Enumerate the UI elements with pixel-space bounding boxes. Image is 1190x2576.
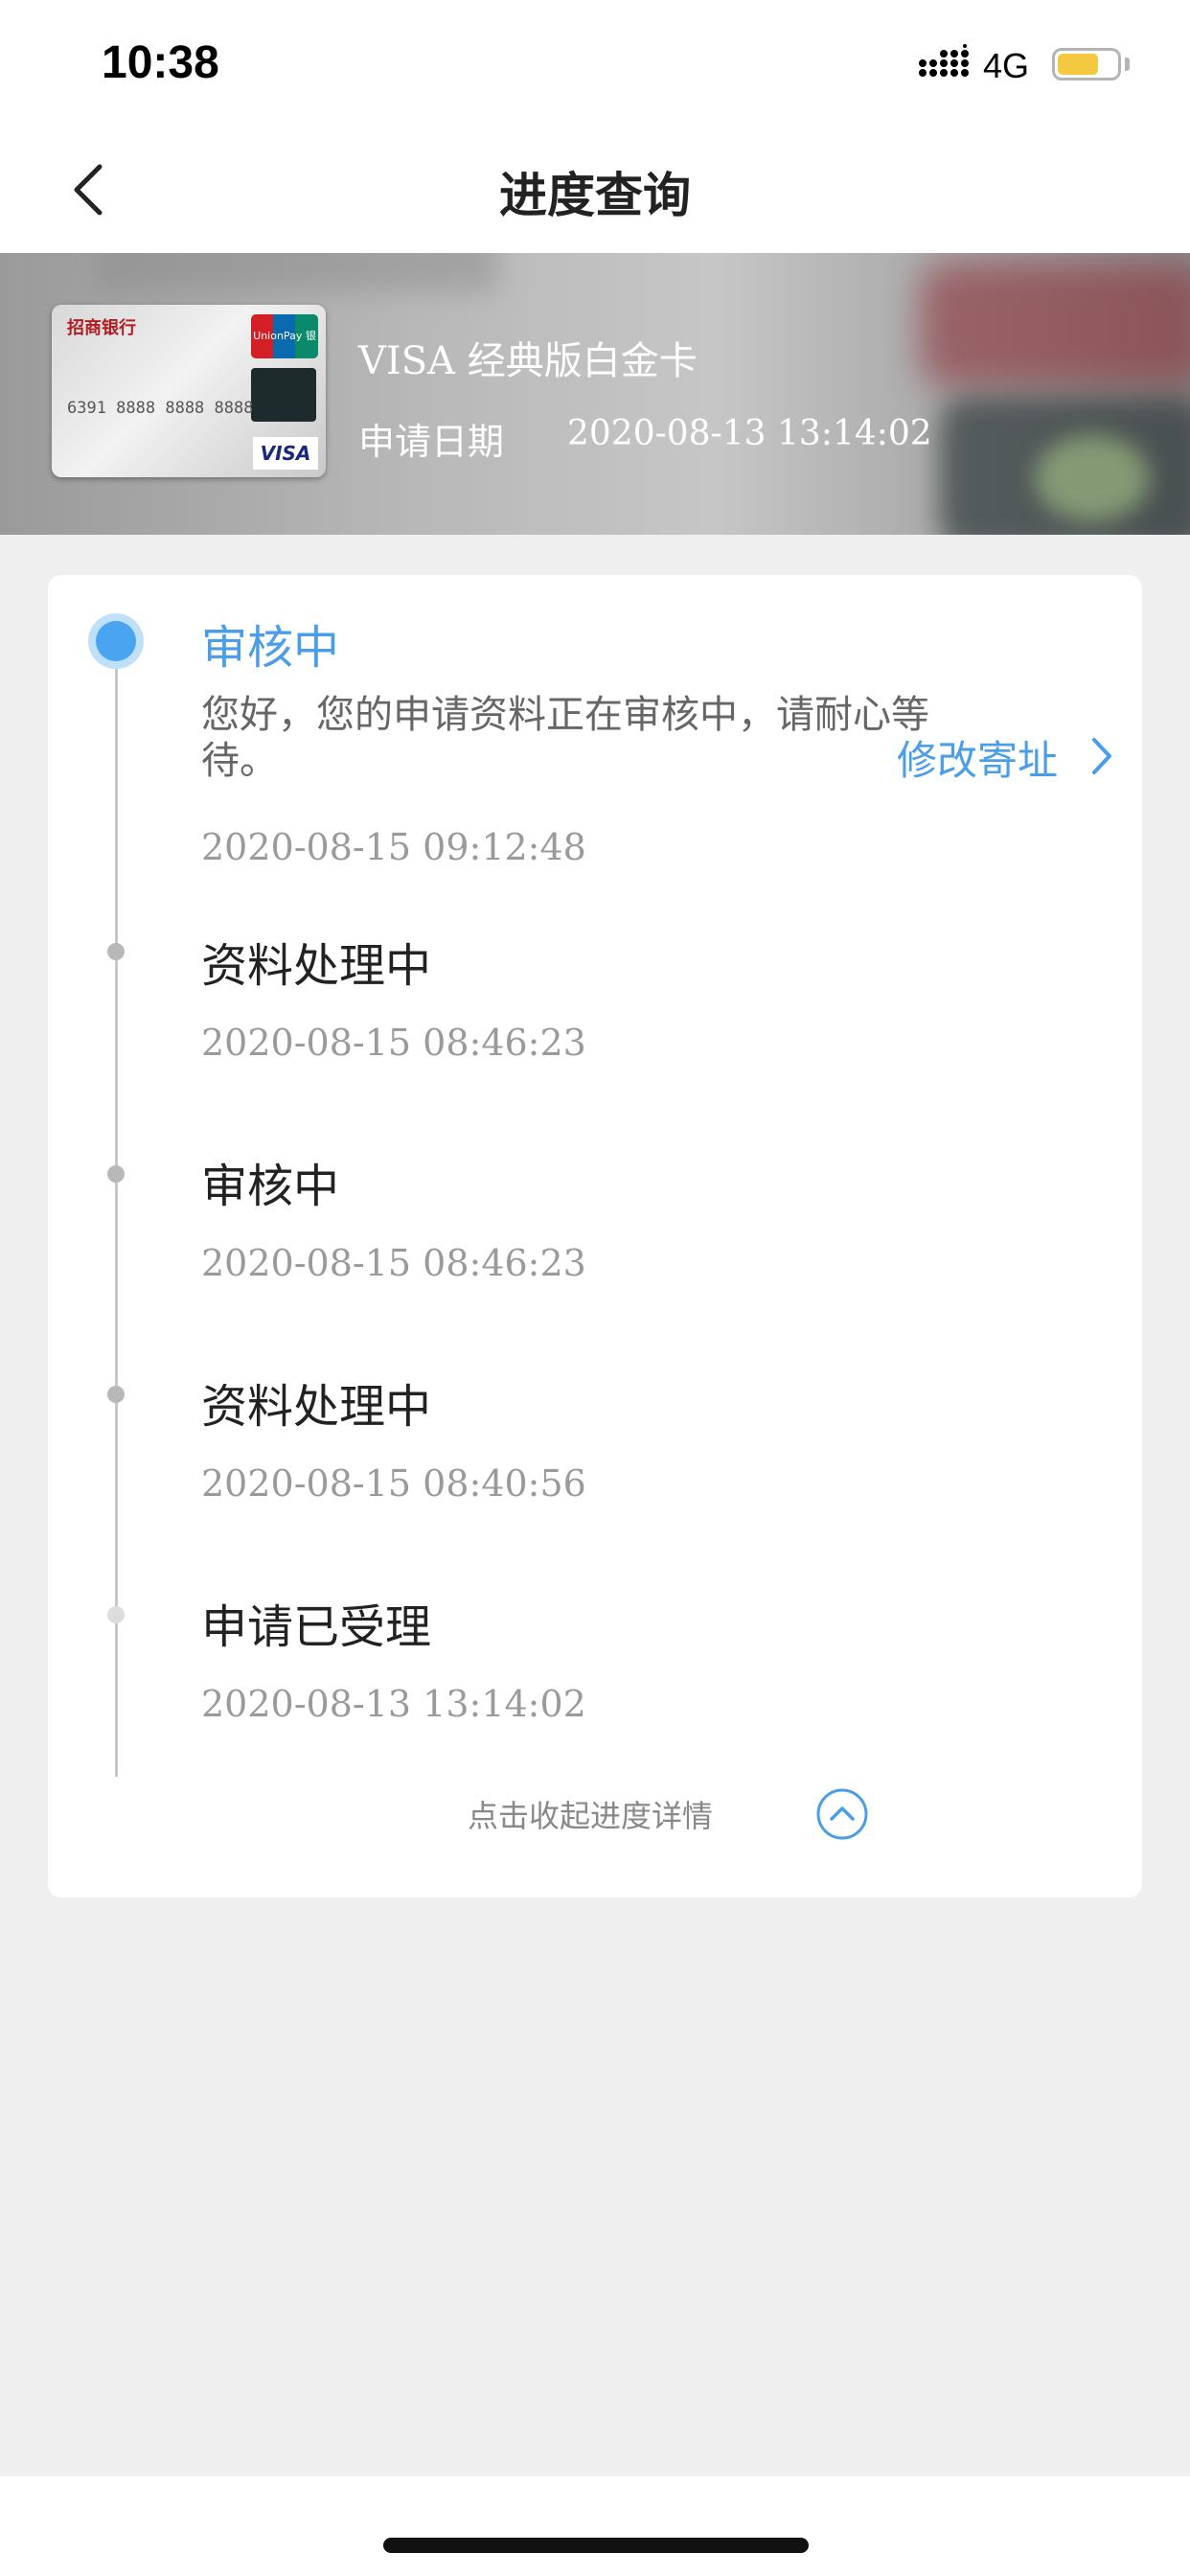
step-time: 2020-08-13 13:14:02	[201, 1683, 586, 1725]
timeline-dot	[107, 1165, 125, 1183]
banner-blur-decoration	[96, 253, 498, 291]
card-banner: 招商银行 UnionPay 银联 6391 8888 8888 8888 VIS…	[0, 253, 1190, 535]
battery-tip	[1125, 58, 1130, 71]
card-bank-name: 招商银行	[67, 318, 136, 338]
step-title: 资料处理中	[201, 1380, 432, 1434]
banner-blur-decoration	[1035, 435, 1150, 521]
step-title: 审核中	[201, 621, 340, 675]
chevron-right-icon[interactable]	[1083, 732, 1121, 780]
collapse-details-button[interactable]: 点击收起进度详情	[48, 1792, 1142, 1836]
page-title: 进度查询	[499, 168, 691, 223]
card-name: VISA 经典版白金卡	[358, 339, 698, 383]
home-indicator[interactable]	[383, 2538, 809, 2553]
chevron-up-circle-icon[interactable]	[814, 1786, 870, 1842]
apply-date-label: 申请日期	[358, 421, 505, 463]
network-label: 4G	[983, 46, 1030, 85]
banner-blur-decoration	[920, 263, 1190, 387]
step-time: 2020-08-15 08:46:23	[201, 1022, 586, 1064]
timeline-dot	[107, 943, 125, 960]
card-number: 6391 8888 8888 8888	[67, 399, 254, 418]
battery-icon	[1052, 48, 1121, 80]
unionpay-logo: UnionPay 银联	[251, 314, 318, 386]
step-description: 您好，您的申请资料正在审核中，请耐心等待。	[201, 693, 929, 783]
step-time: 2020-08-15 08:40:56	[201, 1462, 586, 1505]
visa-logo: VISA	[253, 437, 318, 470]
timeline-dot	[107, 1606, 125, 1623]
nav-bar: 进度查询	[0, 128, 1190, 253]
status-time: 10:38	[102, 37, 219, 88]
card-thumbnail: 招商银行 UnionPay 银联 6391 8888 8888 8888 VIS…	[52, 305, 326, 477]
apply-date-value: 2020-08-13 13:14:02	[567, 414, 932, 453]
step-time: 2020-08-15 09:12:48	[201, 826, 586, 868]
bottom-bar	[0, 2476, 1190, 2576]
timeline-dot-active-inner	[96, 621, 136, 661]
status-bar: 10:38 4G	[0, 0, 1190, 128]
edit-address-link[interactable]: 修改寄址	[897, 728, 1058, 787]
step-time: 2020-08-15 08:46:23	[201, 1242, 586, 1284]
step-title: 资料处理中	[201, 939, 432, 993]
step-title: 申请已受理	[201, 1600, 432, 1654]
step-title: 审核中	[201, 1160, 340, 1213]
card-chip	[251, 368, 316, 422]
timeline-dot	[107, 1386, 125, 1403]
progress-timeline: 审核中 您好，您的申请资料正在审核中，请耐心等待。 修改寄址 2020-08-1…	[48, 575, 1142, 1898]
signal-icon	[919, 44, 969, 77]
